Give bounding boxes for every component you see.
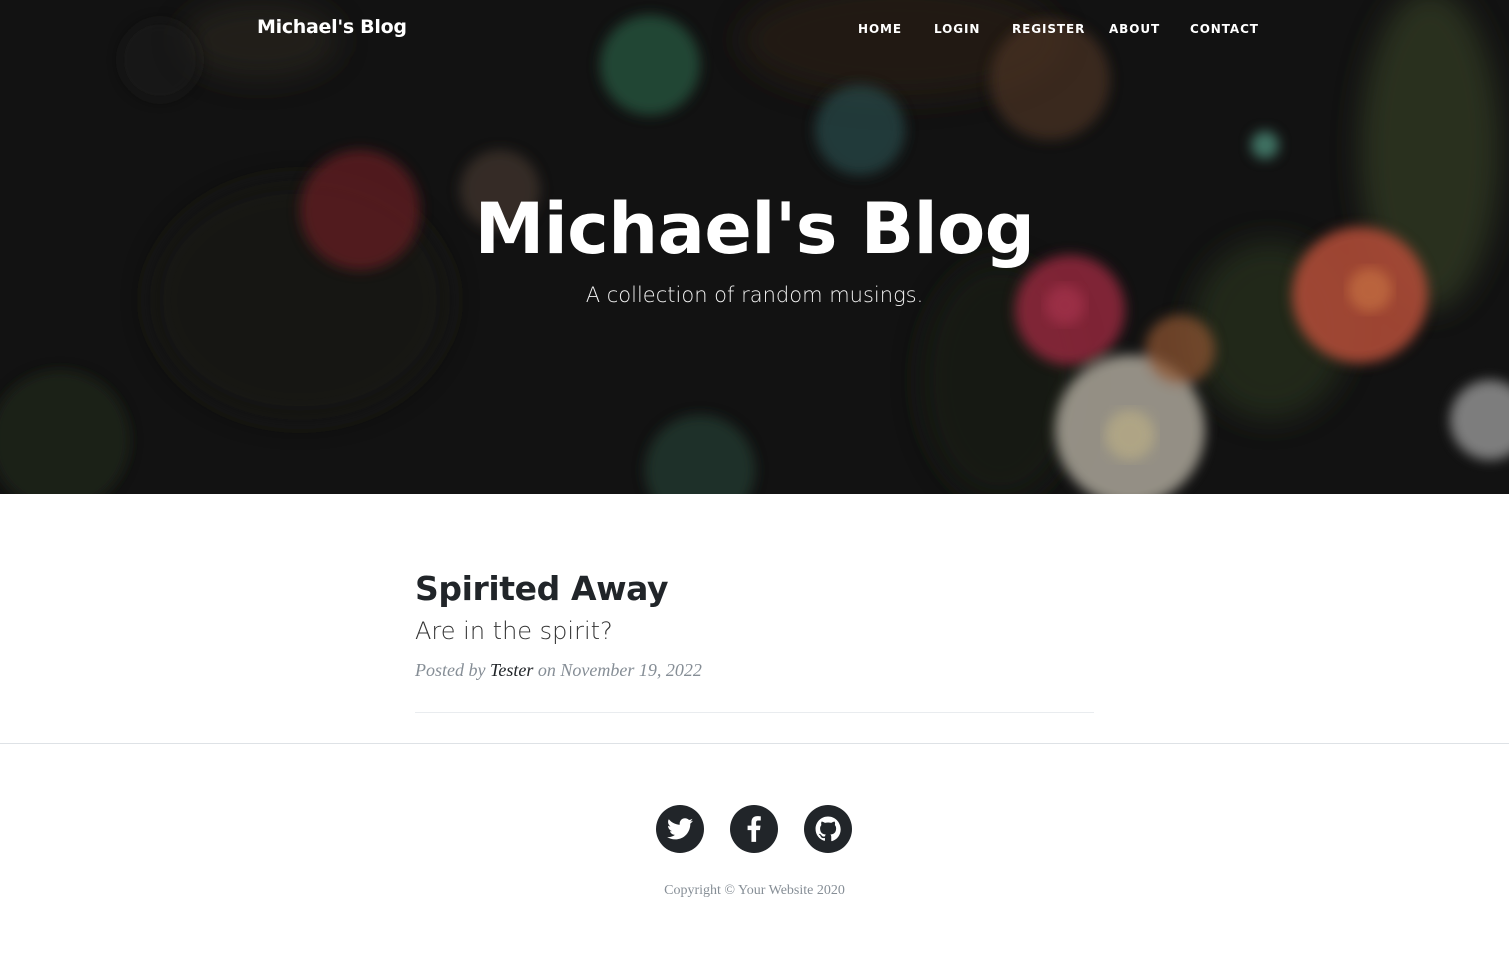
navbar-brand-link[interactable]: Michael's Blog (257, 16, 407, 38)
github-button[interactable] (804, 805, 852, 853)
post-subtitle[interactable]: Are in the spirit? (415, 616, 1094, 646)
nav-item-contact[interactable]: CONTACT (1190, 22, 1259, 36)
post-author-link[interactable]: Tester (490, 660, 533, 680)
main-navbar: Michael's Blog HOME LOGIN REGISTER ABOUT… (0, 0, 1509, 62)
nav-item-about[interactable]: ABOUT (1109, 22, 1160, 36)
nav-item-login[interactable]: LOGIN (934, 22, 980, 36)
nav-item-register[interactable]: REGISTER (1012, 22, 1085, 36)
facebook-button[interactable] (730, 805, 778, 853)
post-preview[interactable]: Spirited Away Are in the spirit? Posted … (415, 566, 1094, 682)
footer-divider (0, 743, 1509, 744)
post-divider (415, 712, 1094, 713)
facebook-icon (747, 816, 761, 842)
twitter-button[interactable] (656, 805, 704, 853)
post-meta: Posted by Tester on November 19, 2022 (415, 658, 1094, 682)
post-title[interactable]: Spirited Away (415, 566, 1094, 612)
hero-title: Michael's Blog (474, 188, 1035, 270)
post-meta-date: on November 19, 2022 (533, 660, 702, 680)
hero-subtitle: A collection of random musings. (585, 283, 924, 307)
github-icon (815, 816, 841, 842)
nav-item-home[interactable]: HOME (858, 22, 902, 36)
hero-header: Michael's Blog HOME LOGIN REGISTER ABOUT… (0, 0, 1509, 494)
twitter-icon (667, 818, 693, 840)
post-meta-prefix: Posted by (415, 660, 490, 680)
copyright-text: Copyright © Your Website 2020 (664, 883, 845, 898)
